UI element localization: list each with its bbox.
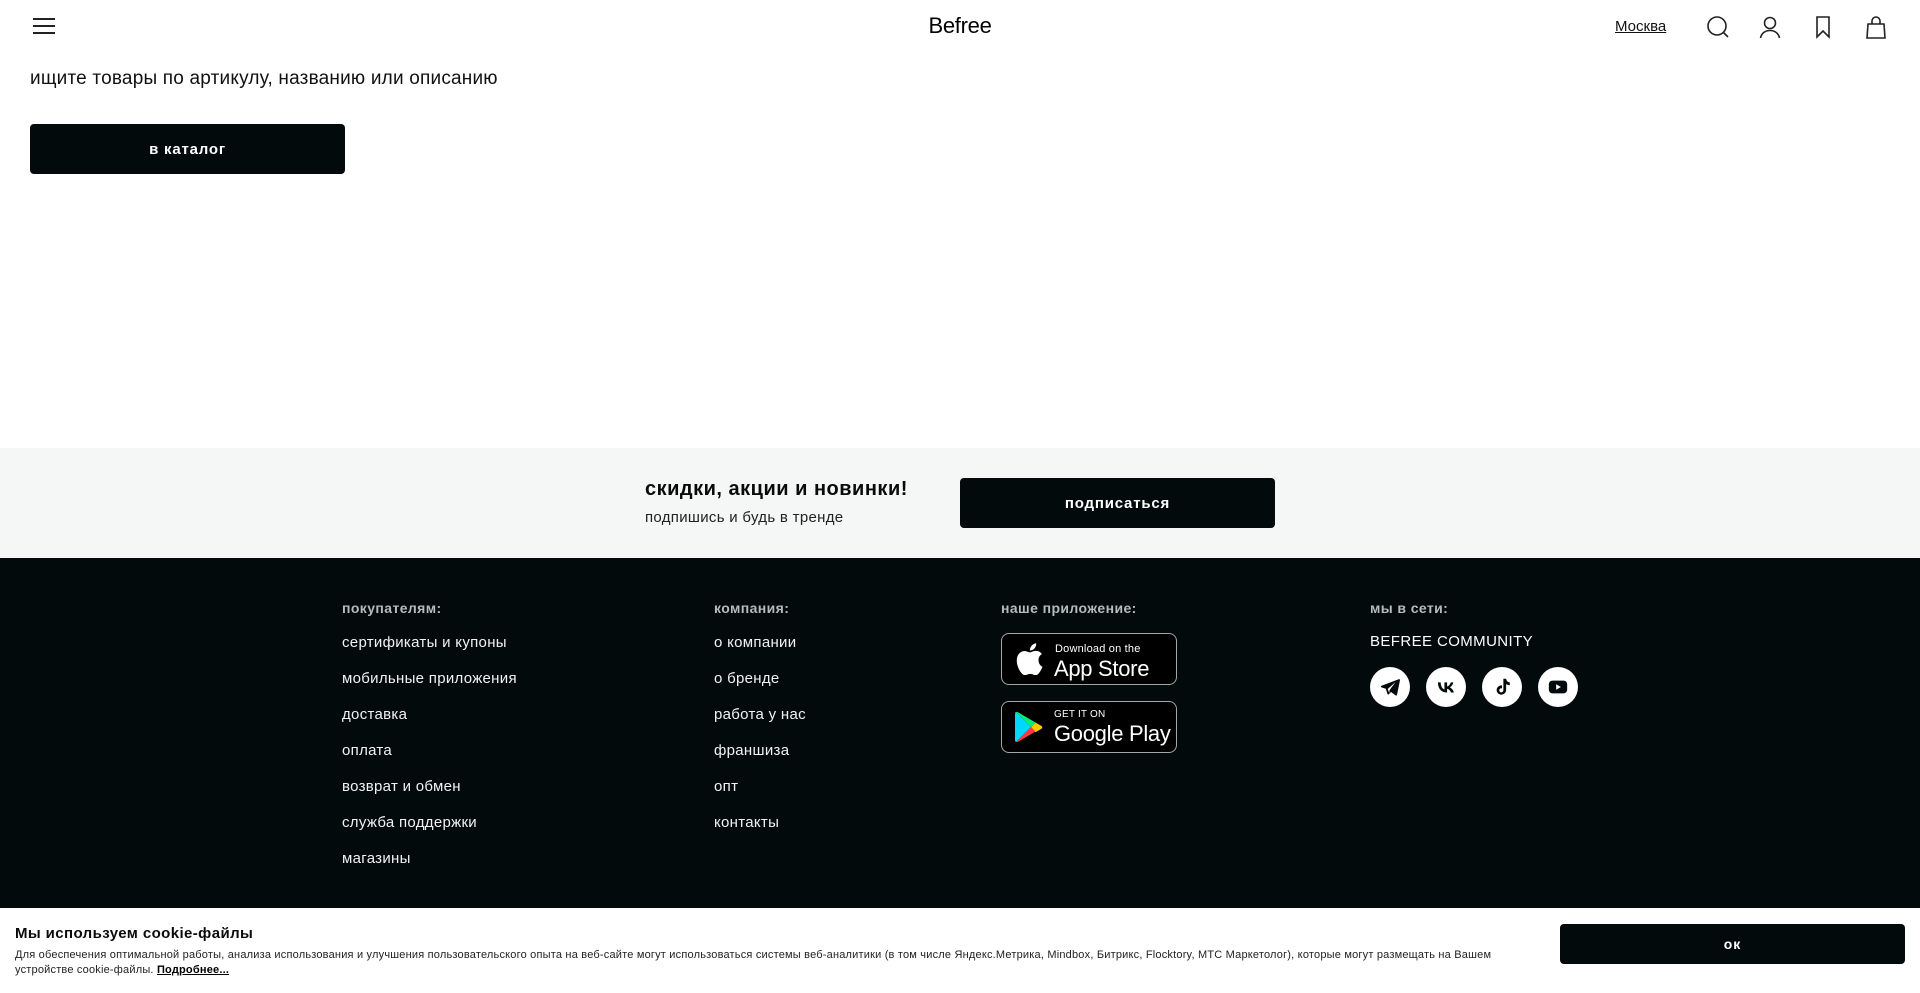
footer-app-title: наше приложение: xyxy=(1001,600,1137,616)
footer-link-about-company[interactable]: о компании xyxy=(714,633,806,652)
search-icon[interactable] xyxy=(1705,14,1731,40)
cookie-more-link[interactable]: Подробнее... xyxy=(157,964,229,976)
cookie-description: Для обеспечения оптимальной работы, анал… xyxy=(15,949,1492,976)
subscribe-title: скидки, акции и новинки! xyxy=(645,478,908,500)
cookie-ok-button[interactable]: ок xyxy=(1560,924,1905,964)
footer-company-column: компания: о компании о бренде работа у н… xyxy=(714,600,806,849)
subscribe-button[interactable]: подписаться xyxy=(960,478,1275,528)
search-hint: ищите товары по артикулу, названию или о… xyxy=(30,68,498,89)
tiktok-icon[interactable] xyxy=(1482,667,1522,707)
footer-buyers-column: покупателям: сертификаты и купоны мобиль… xyxy=(342,600,517,885)
app-store-badge[interactable]: Download on the App Store xyxy=(1001,633,1177,685)
google-play-badge[interactable]: GET IT ON Google Play xyxy=(1001,701,1177,753)
catalog-button[interactable]: в каталог xyxy=(30,124,345,174)
menu-icon[interactable] xyxy=(33,18,55,36)
vk-icon[interactable] xyxy=(1426,667,1466,707)
footer-app-column: наше приложение: Download on the App Sto… xyxy=(1001,600,1177,769)
footer-link-delivery[interactable]: доставка xyxy=(342,705,517,724)
footer-social-title: мы в сети: xyxy=(1370,600,1449,616)
footer-link-payment[interactable]: оплата xyxy=(342,741,517,760)
bookmark-icon[interactable] xyxy=(1810,14,1836,40)
apple-icon xyxy=(1016,643,1043,675)
community-link[interactable]: BEFREE COMMUNITY xyxy=(1370,633,1578,650)
user-icon[interactable] xyxy=(1757,14,1783,40)
footer-social-column: мы в сети: BEFREE COMMUNITY xyxy=(1370,600,1578,707)
site-header: Befree Москва xyxy=(0,0,1920,54)
app-store-label: App Store xyxy=(1054,656,1150,681)
footer-buyers-title: покупателям: xyxy=(342,600,442,616)
google-play-caption: GET IT ON xyxy=(1054,709,1106,720)
footer-link-wholesale[interactable]: опт xyxy=(714,777,806,796)
cookie-title: Мы используем cookie-файлы xyxy=(15,925,254,942)
footer-link-mobile-apps[interactable]: мобильные приложения xyxy=(342,669,517,688)
footer-link-certificates[interactable]: сертификаты и купоны xyxy=(342,633,517,652)
footer-link-about-brand[interactable]: о бренде xyxy=(714,669,806,688)
footer-link-returns[interactable]: возврат и обмен xyxy=(342,777,517,796)
bag-icon[interactable] xyxy=(1863,14,1889,40)
cookie-banner: Мы используем cookie-файлы Для обеспечен… xyxy=(0,908,1920,993)
footer-link-support[interactable]: служба поддержки xyxy=(342,813,517,832)
footer-company-title: компания: xyxy=(714,600,790,616)
subscribe-subtitle: подпишись и будь в тренде xyxy=(645,509,844,526)
telegram-icon[interactable] xyxy=(1370,667,1410,707)
social-icons xyxy=(1370,667,1578,707)
footer-link-stores[interactable]: магазины xyxy=(342,849,517,868)
google-play-label: Google Play xyxy=(1054,721,1171,746)
site-footer: покупателям: сертификаты и купоны мобиль… xyxy=(0,558,1920,908)
cookie-text: Для обеспечения оптимальной работы, анал… xyxy=(15,948,1535,978)
footer-link-franchise[interactable]: франшиза xyxy=(714,741,806,760)
youtube-icon[interactable] xyxy=(1538,667,1578,707)
footer-link-contacts[interactable]: контакты xyxy=(714,813,806,832)
app-store-caption: Download on the xyxy=(1055,643,1141,655)
google-play-icon xyxy=(1015,711,1043,743)
footer-link-careers[interactable]: работа у нас xyxy=(714,705,806,724)
city-selector[interactable]: Москва xyxy=(1615,18,1666,35)
subscribe-section: скидки, акции и новинки! подпишись и буд… xyxy=(0,448,1920,558)
